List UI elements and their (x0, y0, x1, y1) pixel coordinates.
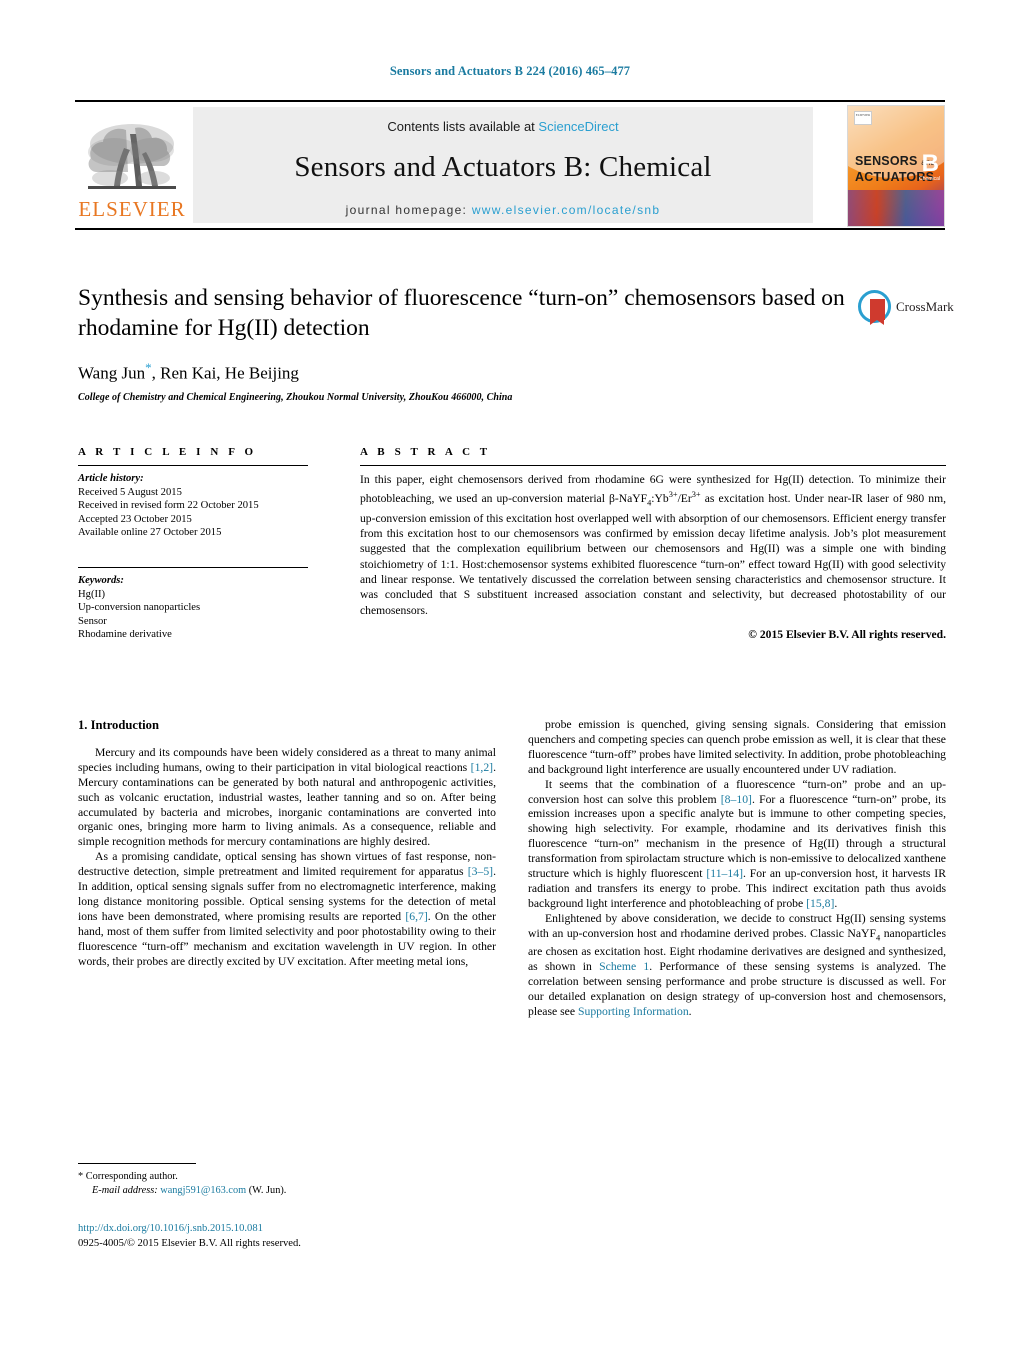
abstract-copyright: © 2015 Elsevier B.V. All rights reserved… (748, 627, 946, 641)
keyword-item: Sensor (78, 615, 107, 627)
journal-masthead: ELSEVIER Contents lists available at Sci… (75, 100, 945, 230)
elsevier-logo: ELSEVIER (77, 106, 187, 226)
abstract-rule (360, 465, 946, 466)
masthead-top-rule (75, 100, 945, 102)
paragraph: As a promising candidate, optical sensin… (78, 850, 496, 968)
journal-article-page: Sensors and Actuators B 224 (2016) 465–4… (0, 0, 1020, 1351)
keyword-item: Up-conversion nanoparticles (78, 602, 201, 614)
journal-band: Contents lists available at ScienceDirec… (193, 107, 813, 223)
footer-meta: http://dx.doi.org/10.1016/j.snb.2015.10.… (78, 1222, 508, 1251)
section-heading-introduction: 1. Introduction (78, 718, 159, 732)
keywords-rule (78, 567, 308, 568)
abstract-text: In this paper, eight chemosensors derive… (360, 473, 946, 617)
inline-reference-link[interactable]: Supporting Information (578, 1005, 689, 1018)
inline-reference-link[interactable]: [1,2] (471, 761, 493, 774)
corresponding-author-note: * Corresponding author. (78, 1171, 178, 1182)
abstract-block: In this paper, eight chemosensors derive… (360, 472, 946, 642)
article-history-title: Article history: (78, 473, 144, 484)
running-head: Sensors and Actuators B 224 (2016) 465–4… (389, 64, 631, 78)
keyword-item: Rhodamine derivative (78, 629, 172, 641)
crossmark-label: CrossMark (896, 299, 954, 314)
inline-reference-link[interactable]: Scheme 1 (599, 960, 649, 973)
paragraph: Mercury and its compounds have been wide… (78, 745, 496, 849)
email-link[interactable]: wangj591@163.com (160, 1185, 246, 1196)
paragraph: Enlightened by above consideration, we d… (528, 911, 946, 1018)
cover-line1: SENSORS (855, 154, 918, 168)
masthead-bottom-rule (75, 228, 945, 230)
journal-title: Sensors and Actuators B: Chemical (294, 151, 712, 183)
body-column-right: probe emission is quenched, giving sensi… (528, 718, 946, 1019)
cover-series-letter: B (921, 150, 939, 177)
title-block: Synthesis and sensing behavior of fluore… (78, 283, 848, 403)
article-history-item: Accepted 23 October 2015 (78, 513, 192, 525)
inline-reference-link[interactable]: [11–14] (706, 867, 743, 880)
keywords-title: Keywords: (78, 575, 124, 586)
crossmark-inner-shape (870, 299, 885, 325)
elsevier-wordmark: ELSEVIER (78, 197, 186, 221)
cover-publisher-badge: ELSEVIER (854, 111, 872, 125)
contents-list-line: Contents lists available at ScienceDirec… (193, 119, 813, 134)
article-info-block: Article history: Received 5 August 2015 … (78, 472, 318, 540)
article-info-rule (78, 465, 308, 466)
footnote-block: * Corresponding author. E-mail address: … (78, 1170, 498, 1197)
affiliation: College of Chemistry and Chemical Engine… (78, 391, 513, 403)
journal-cover-thumbnail: ELSEVIER SENSORS and ACTUATORS B Chemica… (847, 105, 945, 227)
body-column-left: 1. Introduction Mercury and its compound… (78, 718, 496, 970)
inline-reference-link[interactable]: [6,7] (405, 910, 427, 923)
cover-series-sublabel: Chemical (919, 176, 940, 182)
paragraph: It seems that the combination of a fluor… (528, 777, 946, 910)
email-suffix: (W. Jun). (248, 1184, 287, 1196)
inline-reference-link[interactable]: [3–5] (468, 865, 493, 878)
cover-bottom-art (848, 190, 944, 226)
sciencedirect-link[interactable]: ScienceDirect (538, 119, 618, 134)
abstract-heading: A B S T R A C T (360, 446, 491, 458)
email-line: E-mail address: wangj591@163.com (W. Jun… (78, 1184, 498, 1198)
author-list: Wang Jun*, Ren Kai, He Beijing (78, 360, 848, 384)
issn-copyright-line: 0925-4005/© 2015 Elsevier B.V. All right… (78, 1237, 301, 1249)
author-rest: , Ren Kai, He Beijing (151, 363, 299, 383)
elsevier-tree-icon (80, 108, 184, 198)
homepage-prefix: journal homepage: (345, 203, 472, 217)
keyword-item: Hg(II) (78, 588, 106, 600)
author-first: Wang Jun (78, 363, 146, 383)
email-label: E-mail address: (92, 1184, 158, 1196)
article-info-heading: A R T I C L E I N F O (78, 446, 257, 458)
inline-reference-link[interactable]: [15,8] (806, 897, 834, 910)
keywords-block: Keywords: Hg(II) Up-conversion nanoparti… (78, 574, 318, 642)
crossmark-badge[interactable]: CrossMark (858, 288, 954, 328)
journal-homepage-link[interactable]: www.elsevier.com/locate/snb (472, 203, 661, 217)
article-history-item: Received 5 August 2015 (78, 486, 182, 498)
page-title: Synthesis and sensing behavior of fluore… (78, 285, 845, 341)
article-history-item: Available online 27 October 2015 (78, 527, 222, 539)
article-history-item: Received in revised form 22 October 2015 (78, 500, 259, 512)
paragraph: probe emission is quenched, giving sensi… (528, 718, 947, 776)
journal-homepage-line: journal homepage: www.elsevier.com/locat… (193, 203, 813, 217)
footnote-rule (78, 1163, 196, 1164)
contents-prefix: Contents lists available at (387, 119, 539, 134)
inline-reference-link[interactable]: [8–10] (721, 793, 752, 806)
crossmark-icon (858, 290, 891, 325)
doi-link[interactable]: http://dx.doi.org/10.1016/j.snb.2015.10.… (78, 1222, 508, 1237)
